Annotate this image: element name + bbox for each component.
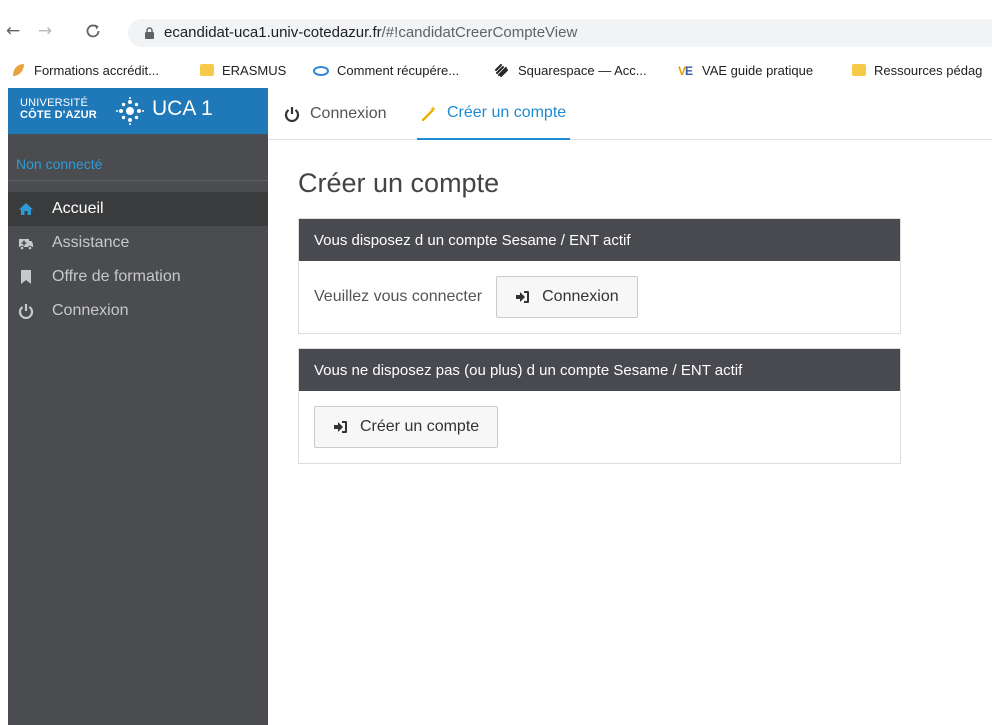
sidebar-item-label: Assistance xyxy=(52,234,130,251)
sign-in-icon xyxy=(334,421,347,433)
bookmark-label: Ressources pédag xyxy=(874,62,983,78)
panel-header: Vous ne disposez pas (ou plus) d un comp… xyxy=(299,349,900,391)
tab-label: Connexion xyxy=(310,105,387,122)
home-icon xyxy=(19,203,33,215)
sidebar-item-label: Offre de formation xyxy=(52,268,181,285)
university-logo-icon xyxy=(116,97,144,125)
vae-icon: VE xyxy=(678,64,693,78)
browser-toolbar: ← → ecandidat-uca1.univ-cotedazur.fr/#!c… xyxy=(0,0,992,52)
bookmark-label: Squarespace — Acc... xyxy=(518,62,647,78)
bookmark-vae[interactable]: VE VAE guide pratique xyxy=(678,61,813,79)
panel-no-account: Vous ne disposez pas (ou plus) d un comp… xyxy=(298,348,901,464)
brand-header[interactable]: UNIVERSITÉ CÔTE D'AZUR UCA 1 xyxy=(8,88,268,134)
tab-bar: Connexion Créer un compte xyxy=(268,88,992,140)
page-title: Créer un compte xyxy=(298,168,500,198)
bookmark-label: Comment récupére... xyxy=(337,62,460,78)
button-label: Créer un compte xyxy=(360,418,480,435)
sidebar-item-label: Accueil xyxy=(52,200,104,217)
bookmark-comment[interactable]: Comment récupére... xyxy=(313,61,459,79)
panel-body: Veuillez vous connecter Connexion xyxy=(299,261,900,333)
sidebar-item-offre-de-formation[interactable]: Offre de formation xyxy=(8,260,268,294)
bookmarks-bar: Formations accrédit... ERASMUS Comment r… xyxy=(0,52,992,88)
ambulance-icon xyxy=(19,239,33,251)
university-line2: CÔTE D'AZUR xyxy=(20,109,97,121)
bookmark-label: Formations accrédit... xyxy=(34,62,159,78)
tab-label: Créer un compte xyxy=(447,104,567,121)
squarespace-icon xyxy=(495,64,508,77)
back-arrow-icon[interactable]: ← xyxy=(2,20,24,42)
sidebar: UNIVERSITÉ CÔTE D'AZUR UCA 1 Non connect… xyxy=(8,88,268,725)
url-text: ecandidat-uca1.univ-cotedazur.fr/#!candi… xyxy=(164,24,577,41)
magic-wand-icon xyxy=(421,106,436,121)
folder-icon xyxy=(200,64,214,76)
bookmark-icon xyxy=(21,270,31,284)
bookmark-label: VAE guide pratique xyxy=(702,62,814,78)
sidebar-item-accueil[interactable]: Accueil xyxy=(8,192,268,226)
login-prompt: Veuillez vous connecter xyxy=(314,288,483,305)
bookmark-ressources[interactable]: Ressources pédag xyxy=(852,61,982,79)
bookmark-formations[interactable]: Formations accrédit... xyxy=(10,61,159,79)
connexion-button[interactable]: Connexion xyxy=(496,276,638,318)
bookmark-squarespace[interactable]: Squarespace — Acc... xyxy=(494,61,647,79)
panel-body: Créer un compte xyxy=(299,391,900,463)
power-icon xyxy=(284,107,300,122)
tab-creer-un-compte[interactable]: Créer un compte xyxy=(417,88,571,140)
main-content: Connexion Créer un compte Créer un compt… xyxy=(268,88,992,725)
button-label: Connexion xyxy=(542,288,619,305)
svg-text:E: E xyxy=(685,64,693,78)
reload-icon[interactable] xyxy=(82,20,104,42)
leaf-icon xyxy=(13,64,24,76)
panel-header: Vous disposez d un compte Sesame / ENT a… xyxy=(299,219,900,261)
bookmark-erasmus[interactable]: ERASMUS xyxy=(200,61,286,79)
divider xyxy=(8,180,268,181)
cloud-icon xyxy=(313,66,329,76)
connection-status: Non connecté xyxy=(16,156,103,172)
url-host: ecandidat-uca1.univ-cotedazur.fr xyxy=(164,24,382,41)
university-logo-text: UNIVERSITÉ CÔTE D'AZUR xyxy=(20,97,97,121)
sign-in-icon xyxy=(516,291,530,303)
folder-icon xyxy=(852,64,866,76)
panel-existing-account: Vous disposez d un compte Sesame / ENT a… xyxy=(298,218,901,334)
sidebar-item-connexion[interactable]: Connexion xyxy=(8,294,268,328)
creer-un-compte-button[interactable]: Créer un compte xyxy=(314,406,499,448)
address-bar[interactable]: ecandidat-uca1.univ-cotedazur.fr/#!candi… xyxy=(128,19,992,47)
bookmark-label: ERASMUS xyxy=(222,62,287,78)
sidebar-item-label: Connexion xyxy=(52,302,129,319)
app-name: UCA 1 xyxy=(152,97,213,120)
url-path: /#!candidatCreerCompteView xyxy=(381,24,578,41)
lock-icon xyxy=(145,27,154,39)
university-line1: UNIVERSITÉ xyxy=(20,97,89,109)
forward-arrow-icon[interactable]: → xyxy=(34,20,56,42)
tab-connexion[interactable]: Connexion xyxy=(284,88,387,140)
power-icon xyxy=(18,304,34,319)
sidebar-item-assistance[interactable]: Assistance xyxy=(8,226,268,260)
